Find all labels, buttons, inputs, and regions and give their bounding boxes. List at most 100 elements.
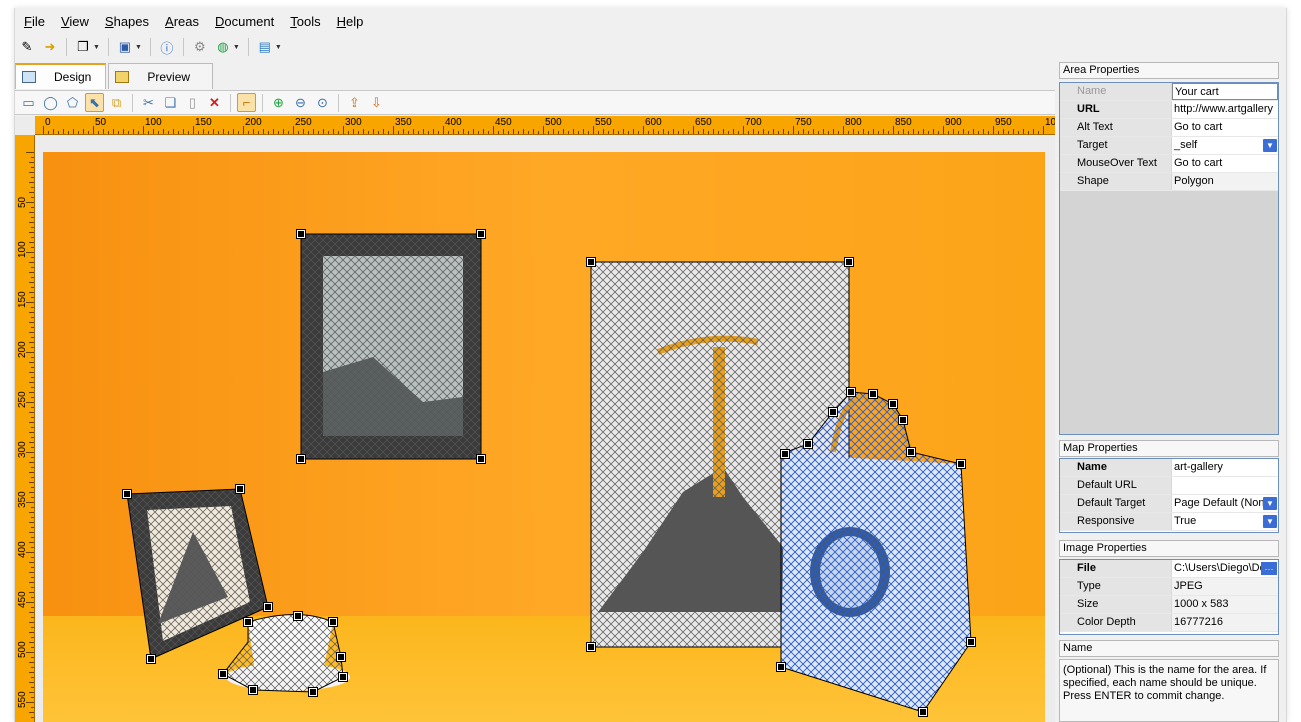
property-row[interactable]: Size 1000 x 583: [1060, 596, 1278, 614]
bring-front-icon[interactable]: ⇪: [345, 93, 364, 112]
property-row[interactable]: File C:\Users\Diego\De ···: [1060, 560, 1278, 578]
pointer-tool-icon[interactable]: ⬉: [85, 93, 104, 112]
export-image-icon[interactable]: ▤: [255, 37, 275, 57]
property-row[interactable]: Default Target Page Default (Non ▼: [1060, 495, 1278, 513]
menu-areas[interactable]: Areas: [156, 12, 206, 32]
property-value[interactable]: art-gallery: [1172, 459, 1278, 476]
resize-handle[interactable]: [296, 454, 306, 464]
property-row[interactable]: Type JPEG: [1060, 578, 1278, 596]
resize-handle[interactable]: [586, 257, 596, 267]
resize-handle[interactable]: [338, 672, 348, 682]
gear-icon[interactable]: ⚙: [190, 37, 210, 57]
property-value[interactable]: Your cart: [1172, 83, 1278, 100]
layers-icon[interactable]: ⧉: [107, 93, 126, 112]
tab-preview[interactable]: Preview: [108, 63, 214, 89]
property-value[interactable]: Go to cart: [1172, 119, 1278, 136]
pages-icon[interactable]: ❐: [73, 37, 93, 57]
chevron-down-icon[interactable]: ▼: [1263, 139, 1277, 152]
resize-handle[interactable]: [906, 447, 916, 457]
rectangle-tool-icon[interactable]: ▭: [19, 93, 38, 112]
polygon-tool-icon[interactable]: ⬠: [63, 93, 82, 112]
property-value[interactable]: C:\Users\Diego\De ···: [1172, 560, 1278, 577]
chevron-down-icon[interactable]: ▼: [1263, 497, 1277, 510]
resize-handle[interactable]: [308, 687, 318, 697]
circle-tool-icon[interactable]: ◯: [41, 93, 60, 112]
resize-handle[interactable]: [868, 389, 878, 399]
menu-tools[interactable]: Tools: [281, 12, 327, 32]
cable-car-frame[interactable]: [300, 233, 482, 460]
resize-handle[interactable]: [844, 257, 854, 267]
property-row[interactable]: Target _self ▼: [1060, 137, 1278, 155]
resize-handle[interactable]: [956, 459, 966, 469]
zoom-fit-icon[interactable]: ⊙: [313, 93, 332, 112]
property-row[interactable]: Alt Text Go to cart: [1060, 119, 1278, 137]
property-value[interactable]: [1172, 477, 1278, 494]
chevron-down-icon[interactable]: ▼: [93, 44, 100, 51]
resize-handle[interactable]: [918, 707, 928, 717]
property-value[interactable]: True ▼: [1172, 513, 1278, 530]
resize-handle[interactable]: [476, 229, 486, 239]
menu-view[interactable]: View: [52, 12, 96, 32]
copy-icon[interactable]: ❏: [161, 93, 180, 112]
zoom-out-icon[interactable]: ⊖: [291, 93, 310, 112]
info-icon[interactable]: ⓘ: [157, 37, 177, 57]
resize-handle[interactable]: [328, 617, 338, 627]
design-surface[interactable]: 0 50 100 150 200 250 300 350 400 450 500 550 600 650 7…: [15, 116, 1055, 722]
resize-handle[interactable]: [235, 484, 245, 494]
resize-handle[interactable]: [336, 652, 346, 662]
property-value[interactable]: 1000 x 583: [1172, 596, 1278, 613]
resize-handle[interactable]: [122, 489, 132, 499]
property-value[interactable]: Go to cart: [1172, 155, 1278, 172]
property-value[interactable]: Page Default (Non ▼: [1172, 495, 1278, 512]
open-arrow-icon[interactable]: ➜: [40, 37, 60, 57]
property-row[interactable]: MouseOver Text Go to cart: [1060, 155, 1278, 173]
resize-handle[interactable]: [293, 611, 303, 621]
resize-handle[interactable]: [803, 439, 813, 449]
cut-icon[interactable]: ✂: [139, 93, 158, 112]
resize-handle[interactable]: [476, 454, 486, 464]
property-row[interactable]: Name Your cart: [1060, 83, 1278, 101]
property-row[interactable]: Color Depth 16777216: [1060, 614, 1278, 632]
chevron-down-icon[interactable]: ▼: [1263, 515, 1277, 528]
property-row[interactable]: URL http://www.artgallery: [1060, 101, 1278, 119]
menu-document[interactable]: Document: [206, 12, 281, 32]
resize-handle[interactable]: [966, 637, 976, 647]
delete-icon[interactable]: ✕: [205, 93, 224, 112]
property-row[interactable]: Responsive True ▼: [1060, 513, 1278, 531]
resize-handle[interactable]: [776, 662, 786, 672]
ruler-toggle-icon[interactable]: ⌐: [237, 93, 256, 112]
resize-handle[interactable]: [243, 617, 253, 627]
tab-design[interactable]: Design: [15, 63, 107, 89]
resize-handle[interactable]: [898, 415, 908, 425]
menu-shapes[interactable]: Shapes: [96, 12, 156, 32]
zoom-in-icon[interactable]: ⊕: [269, 93, 288, 112]
property-value[interactable]: JPEG: [1172, 578, 1278, 595]
property-value[interactable]: 16777216: [1172, 614, 1278, 631]
save-icon[interactable]: ▣: [115, 37, 135, 57]
chevron-down-icon[interactable]: ▼: [135, 44, 142, 51]
resize-handle[interactable]: [828, 407, 838, 417]
chevron-down-icon[interactable]: ▼: [275, 44, 282, 51]
property-value[interactable]: _self ▼: [1172, 137, 1278, 154]
property-row[interactable]: Default URL: [1060, 477, 1278, 495]
wand-icon[interactable]: ✎: [17, 37, 37, 57]
property-value[interactable]: Polygon: [1172, 173, 1278, 190]
menu-help[interactable]: Help: [328, 12, 371, 32]
property-row[interactable]: Shape Polygon: [1060, 173, 1278, 191]
send-back-icon[interactable]: ⇩: [367, 93, 386, 112]
resize-handle[interactable]: [146, 654, 156, 664]
resize-handle[interactable]: [218, 669, 228, 679]
chevron-down-icon[interactable]: ▼: [233, 44, 240, 51]
browse-icon[interactable]: ···: [1261, 562, 1277, 575]
property-value[interactable]: http://www.artgallery: [1172, 101, 1278, 118]
resize-handle[interactable]: [888, 399, 898, 409]
resize-handle[interactable]: [296, 229, 306, 239]
resize-handle[interactable]: [248, 685, 258, 695]
property-row[interactable]: Name art-gallery: [1060, 459, 1278, 477]
globe-icon[interactable]: ◍: [213, 37, 233, 57]
resize-handle[interactable]: [846, 387, 856, 397]
image-canvas[interactable]: [43, 152, 1045, 722]
resize-handle[interactable]: [780, 449, 790, 459]
paste-icon[interactable]: ▯: [183, 93, 202, 112]
resize-handle[interactable]: [586, 642, 596, 652]
